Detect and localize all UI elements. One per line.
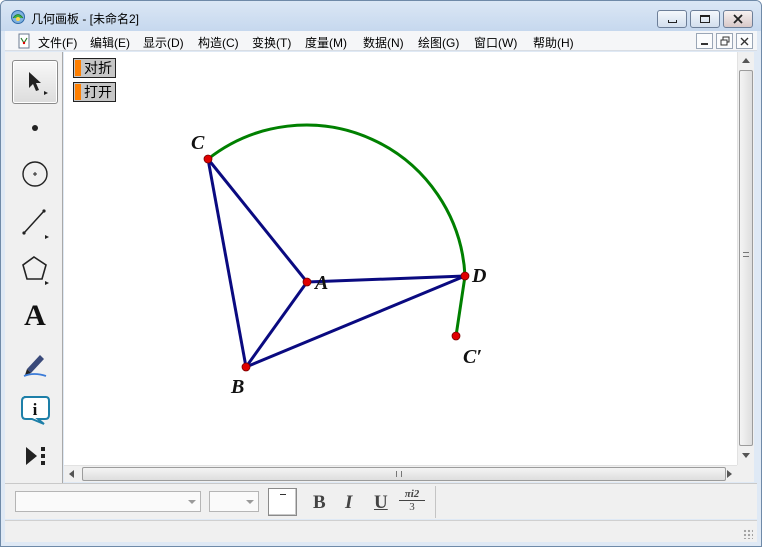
arc-c-d[interactable]: [207, 123, 467, 337]
close-icon: [733, 14, 743, 24]
menu-edit[interactable]: 编辑(E): [90, 34, 130, 51]
scroll-left-arrow-icon[interactable]: [69, 470, 74, 478]
document-restore-button[interactable]: [716, 33, 733, 49]
tool-polygon[interactable]: [12, 248, 58, 292]
point-c[interactable]: [203, 154, 213, 164]
point-b[interactable]: [241, 362, 251, 372]
app-window: 几何画板 - [未命名2] 文件(F) 编辑(E) 显示(D) 构造(C) 变换…: [0, 0, 762, 547]
scrollbar-corner: [737, 465, 754, 482]
underline-button[interactable]: U: [374, 492, 388, 514]
menu-graph[interactable]: 绘图(G): [418, 34, 459, 51]
status-bar: [5, 520, 757, 542]
menu-file[interactable]: 文件(F): [38, 34, 77, 51]
scroll-down-arrow-icon[interactable]: [742, 453, 750, 458]
point-icon: [32, 125, 38, 131]
toolbox: A i: [5, 52, 63, 483]
scroll-right-arrow-icon[interactable]: [727, 470, 732, 478]
custom-tool-icon: [26, 447, 45, 465]
tool-compass[interactable]: [12, 152, 58, 196]
text-color-button[interactable]: [268, 488, 297, 516]
chevron-down-icon[interactable]: [246, 500, 254, 504]
menu-bar: 文件(F) 编辑(E) 显示(D) 构造(C) 变换(T) 度量(M) 数据(N…: [5, 31, 757, 51]
vertical-scroll-thumb[interactable]: [739, 70, 753, 446]
label-c-prime[interactable]: C′: [463, 346, 482, 368]
math-format-numerator: πi2: [399, 488, 425, 501]
segment-c-a[interactable]: [206, 158, 309, 283]
vertical-scrollbar[interactable]: [737, 52, 754, 465]
document-icon[interactable]: [16, 33, 32, 49]
sketch-canvas[interactable]: 对折 打开 C A B D C′: [64, 52, 737, 465]
menu-construct[interactable]: 构造(C): [198, 34, 239, 51]
color-swatch-icon: [280, 494, 286, 495]
tool-straightedge[interactable]: [12, 200, 58, 244]
segment-icon: [22, 209, 49, 239]
close-icon: [740, 37, 749, 45]
minimize-icon: [667, 20, 677, 23]
label-c[interactable]: C: [191, 132, 205, 154]
tool-marker[interactable]: [12, 342, 58, 386]
marker-pen-icon: [23, 355, 47, 377]
menu-window[interactable]: 窗口(W): [474, 34, 517, 51]
math-format-denominator: 3: [409, 501, 415, 513]
restore-icon: [720, 36, 729, 46]
point-a[interactable]: [302, 277, 312, 287]
italic-button[interactable]: I: [345, 492, 352, 514]
menu-transform[interactable]: 变换(T): [252, 34, 291, 51]
resize-grip-icon[interactable]: [743, 529, 753, 539]
tool-selection-arrow[interactable]: [12, 60, 58, 104]
tool-point[interactable]: [12, 106, 58, 150]
minimize-icon: [701, 43, 708, 45]
maximize-button[interactable]: [690, 10, 720, 28]
document-close-button[interactable]: [736, 33, 753, 49]
math-format-button[interactable]: πi2 3: [399, 488, 425, 516]
circle-icon: [22, 161, 48, 187]
font-family-select[interactable]: [15, 491, 201, 512]
point-d[interactable]: [460, 271, 470, 281]
app-logo-icon: [11, 10, 25, 24]
segment-c-b[interactable]: [206, 158, 248, 368]
bold-button[interactable]: B: [313, 492, 326, 514]
menu-measure[interactable]: 度量(M): [305, 34, 347, 51]
horizontal-scroll-thumb[interactable]: [82, 467, 726, 481]
title-bar: 几何画板 - [未命名2]: [1, 1, 761, 31]
tool-information[interactable]: i: [12, 388, 58, 432]
svg-text:i: i: [33, 400, 38, 419]
label-a[interactable]: A: [313, 272, 328, 294]
polygon-icon: [22, 256, 49, 285]
text-icon: A: [24, 299, 46, 332]
geometry-figure: C A B D C′: [191, 123, 486, 398]
text-format-toolbar: B I U πi2 3: [5, 483, 757, 519]
chevron-down-icon[interactable]: [188, 500, 196, 504]
arrow-icon: [29, 72, 48, 95]
tool-custom[interactable]: [12, 434, 58, 478]
maximize-icon: [700, 15, 710, 23]
close-button[interactable]: [723, 10, 753, 28]
grip-icon: [743, 252, 749, 257]
document-minimize-button[interactable]: [696, 33, 713, 49]
minimize-button[interactable]: [657, 10, 687, 28]
scroll-up-arrow-icon[interactable]: [742, 58, 750, 63]
window-title: 几何画板 - [未命名2]: [31, 12, 140, 26]
point-c-prime[interactable]: [451, 331, 461, 341]
info-icon: i: [21, 396, 50, 425]
label-b[interactable]: B: [230, 376, 244, 398]
horizontal-scrollbar[interactable]: [64, 465, 737, 482]
menu-help[interactable]: 帮助(H): [533, 34, 574, 51]
segment-a-d[interactable]: [306, 274, 466, 284]
menu-data[interactable]: 数据(N): [363, 34, 404, 51]
toolbar-separator: [435, 486, 436, 518]
menu-display[interactable]: 显示(D): [143, 34, 184, 51]
grip-icon: [396, 471, 402, 477]
label-d[interactable]: D: [471, 265, 486, 287]
tool-text[interactable]: A: [12, 294, 58, 338]
